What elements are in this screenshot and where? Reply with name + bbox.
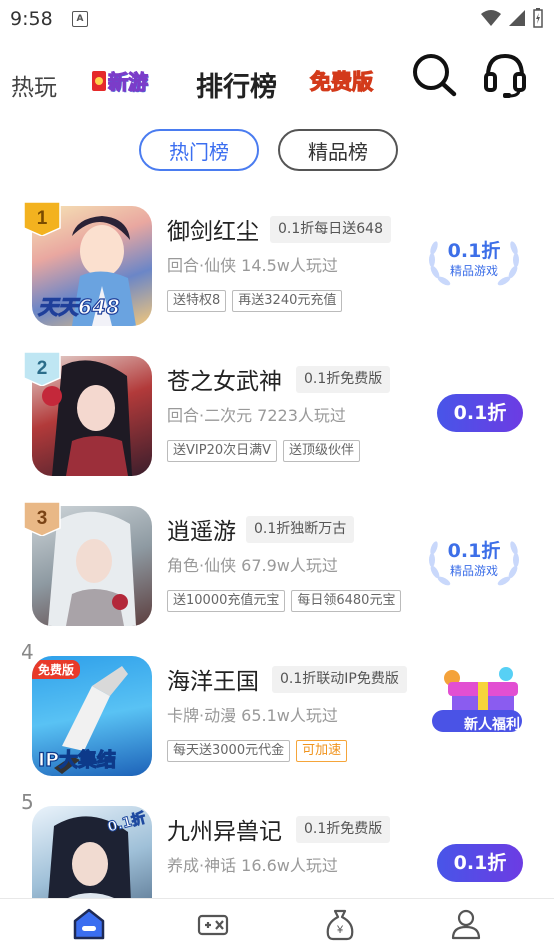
tag-list: 每天送3000元代金 可加速 <box>167 740 348 762</box>
rank-number: 3 <box>37 508 48 529</box>
tab-premium-list[interactable]: 精品榜 <box>278 129 398 171</box>
tab-hot-list[interactable]: 热门榜 <box>139 129 259 171</box>
game-meta: 养成·神话 16.6w人玩过 <box>167 856 338 875</box>
badge-discount: 0.1折 <box>447 240 501 262</box>
wifi-icon <box>481 10 501 26</box>
new-user-gift[interactable]: 新人福利 <box>430 662 530 750</box>
nav-free-version[interactable]: 免费版 <box>309 66 373 96</box>
notification-a-icon: A <box>72 11 88 27</box>
tag: 送VIP20次日满V <box>167 440 278 462</box>
rank-badge-silver: 2 <box>23 351 61 386</box>
game-title[interactable]: 九州异兽记 <box>167 812 282 846</box>
game-thumbnail[interactable]: 免费版 IP大集结 <box>32 656 152 776</box>
promo-label: 0.1折免费版 <box>296 366 391 393</box>
tag: 送10000充值元宝 <box>167 590 286 612</box>
game-title[interactable]: 逍遥游 <box>167 512 236 546</box>
game-title[interactable]: 御剑红尘 <box>167 212 259 246</box>
nav-new-label: 新游 <box>107 69 148 94</box>
signal-icon <box>509 10 525 26</box>
gift-box-icon <box>432 667 522 732</box>
list-item[interactable]: 2 苍之女武神 0.1折免费版 回合·二次元 7223人玩过 送VIP20次日满… <box>0 342 554 492</box>
thumb-caption: 天天648 <box>37 294 120 319</box>
nav-new-games[interactable]: 新游 <box>92 66 149 95</box>
tag: 送特权8 <box>167 290 227 312</box>
red-envelope-icon <box>92 70 106 91</box>
status-time: 9:58 <box>10 8 53 30</box>
profile-icon[interactable] <box>449 907 483 941</box>
game-title[interactable]: 苍之女武神 <box>167 362 282 396</box>
rank-number: 2 <box>37 358 48 379</box>
top-nav: 热玩 新游 排行榜 免费版 <box>0 54 554 114</box>
tag-list: 送VIP20次日满V 送顶级伙伴 <box>167 440 361 462</box>
status-icons <box>480 8 544 28</box>
badge-caption: 精品游戏 <box>449 564 498 578</box>
home-icon[interactable] <box>72 907 106 941</box>
promo-label: 0.1折免费版 <box>296 816 391 843</box>
tag-list: 送特权8 再送3240元充值 <box>167 290 343 312</box>
battery-icon <box>533 8 543 28</box>
premium-game-badge[interactable]: 0.1折 精品游戏 <box>424 230 524 292</box>
badge-caption: 精品游戏 <box>449 264 498 278</box>
rank-number: 5 <box>21 790 34 814</box>
status-bar: 9:58 A <box>0 0 554 38</box>
gift-label: 新人福利 <box>464 717 520 733</box>
list-item[interactable]: 4 免费版 IP大集结 海洋王国 0.1折联动IP免费版 卡牌·动漫 65.1w… <box>0 640 554 792</box>
tag: 再送3240元充值 <box>232 290 343 312</box>
thumb-free-badge: 免费版 <box>32 660 81 679</box>
tag: 送顶级伙伴 <box>283 440 361 462</box>
rank-number: 1 <box>37 208 48 229</box>
premium-game-badge[interactable]: 0.1折 精品游戏 <box>424 530 524 592</box>
game-meta: 回合·二次元 7223人玩过 <box>167 406 346 425</box>
customer-service-icon[interactable] <box>483 52 527 100</box>
promo-label: 0.1折联动IP免费版 <box>272 666 407 693</box>
game-controller-icon[interactable] <box>196 907 230 941</box>
tag-speedup: 可加速 <box>296 740 348 762</box>
tag: 每日领6480元宝 <box>291 590 402 612</box>
rank-badge-gold: 1 <box>23 201 61 236</box>
search-icon[interactable] <box>410 52 458 98</box>
nav-rankings[interactable]: 排行榜 <box>196 65 277 104</box>
promo-label: 0.1折独断万古 <box>246 516 355 543</box>
game-title[interactable]: 海洋王国 <box>167 662 259 696</box>
list-item[interactable]: 天天648 1 御剑红尘 0.1折每日送648 回合·仙侠 14.5w人玩过 送… <box>0 192 554 342</box>
game-meta: 回合·仙侠 14.5w人玩过 <box>167 256 338 275</box>
money-bag-icon[interactable]: ¥ <box>323 907 357 941</box>
rank-badge-bronze: 3 <box>23 501 61 536</box>
thumb-caption: IP大集结 <box>37 748 116 771</box>
nav-hot-play[interactable]: 热玩 <box>11 68 57 102</box>
discount-button[interactable]: 0.1折 <box>437 394 523 432</box>
game-meta: 角色·仙侠 67.9w人玩过 <box>167 556 338 575</box>
bottom-tab-bar: ¥ <box>0 898 554 945</box>
ranking-tabs: 热门榜 精品榜 <box>0 129 554 175</box>
tag: 每天送3000元代金 <box>167 740 291 762</box>
discount-button[interactable]: 0.1折 <box>437 844 523 882</box>
badge-discount: 0.1折 <box>447 540 501 562</box>
svg-text:¥: ¥ <box>336 924 344 936</box>
promo-label: 0.1折每日送648 <box>270 216 391 243</box>
game-meta: 卡牌·动漫 65.1w人玩过 <box>167 706 338 725</box>
list-item[interactable]: 3 逍遥游 0.1折独断万古 角色·仙侠 67.9w人玩过 送10000充值元宝… <box>0 492 554 642</box>
tag-list: 送10000充值元宝 每日领6480元宝 <box>167 590 402 612</box>
